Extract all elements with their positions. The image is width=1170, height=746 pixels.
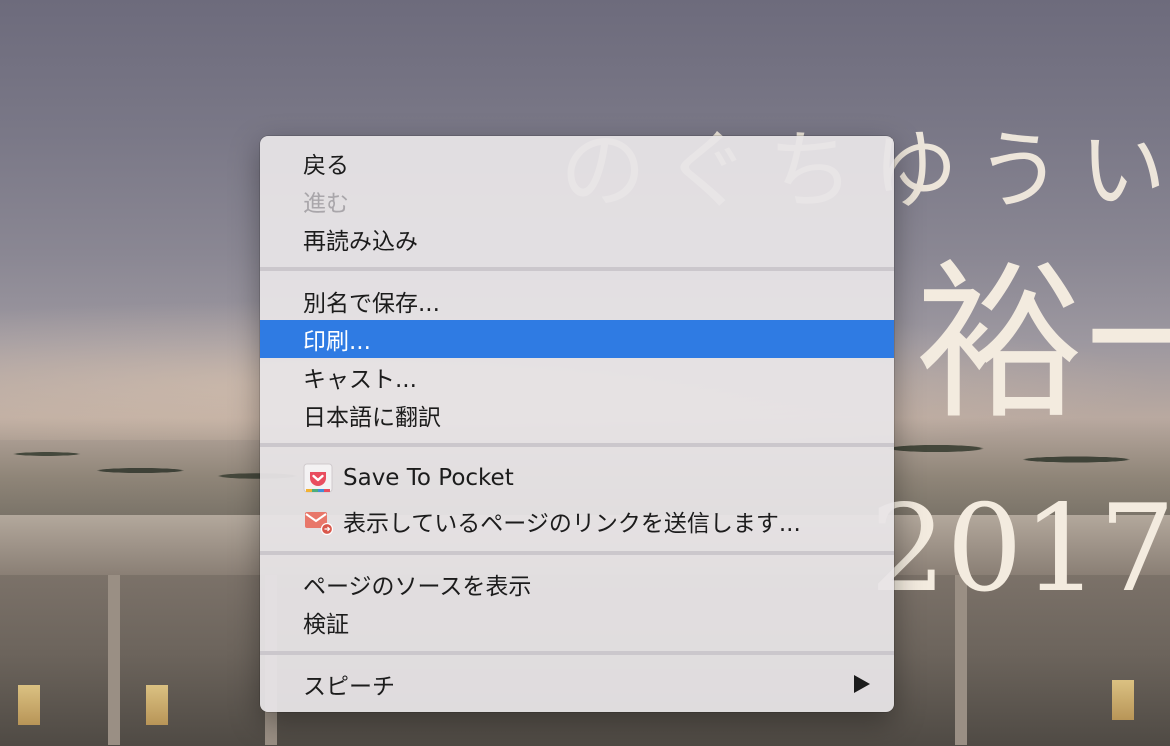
menu-item-label: 再読み込み	[303, 229, 418, 255]
menu-item-cast[interactable]: キャスト...	[260, 358, 894, 396]
menu-item-label: キャスト...	[303, 367, 417, 393]
menu-item-forward[interactable]: 進む	[260, 182, 894, 220]
menu-item-reload[interactable]: 再読み込み	[260, 220, 894, 258]
menu-item-view-source[interactable]: ページのソースを表示	[260, 565, 894, 603]
menu-item-label: スピーチ	[303, 674, 395, 700]
menu-separator	[260, 551, 894, 555]
pocket-icon	[303, 463, 333, 493]
menu-item-save-as[interactable]: 別名で保存...	[260, 282, 894, 320]
hero-kanji-title: 裕一	[915, 245, 1170, 443]
menu-item-label: 表示しているページのリンクを送信します...	[343, 511, 801, 537]
menu-item-label: ページのソースを表示	[303, 574, 532, 600]
menu-item-print[interactable]: 印刷...	[260, 320, 894, 358]
menu-item-back[interactable]: 戻る	[260, 144, 894, 182]
menu-item-label: 印刷...	[303, 329, 371, 355]
menu-item-speech[interactable]: スピーチ	[260, 665, 894, 703]
menu-item-label: 進む	[303, 191, 349, 217]
context-menu: 戻る 進む 再読み込み 別名で保存... 印刷... キャスト... 日本語に翻…	[260, 136, 894, 712]
menu-separator	[260, 651, 894, 655]
menu-item-save-to-pocket[interactable]: Save To Pocket	[260, 459, 894, 497]
menu-item-label: Save To Pocket	[343, 465, 514, 491]
menu-separator	[260, 443, 894, 447]
menu-separator	[260, 267, 894, 271]
menu-item-label: 戻る	[303, 153, 349, 179]
menu-item-send-link[interactable]: 表示しているページのリンクを送信します...	[260, 502, 894, 540]
menu-item-inspect[interactable]: 検証	[260, 603, 894, 641]
mail-send-icon	[303, 506, 333, 536]
submenu-arrow-icon	[854, 675, 870, 693]
web-page-background: のぐちゆういち 裕一 2017-2 戻る 進む 再読み込み 別名で保存... 印…	[0, 0, 1170, 746]
menu-item-label: 日本語に翻訳	[303, 405, 441, 431]
hero-years: 2017-2	[870, 480, 1170, 619]
menu-item-label: 別名で保存...	[303, 291, 440, 317]
menu-item-label: 検証	[303, 612, 349, 638]
menu-item-translate[interactable]: 日本語に翻訳	[260, 396, 894, 434]
